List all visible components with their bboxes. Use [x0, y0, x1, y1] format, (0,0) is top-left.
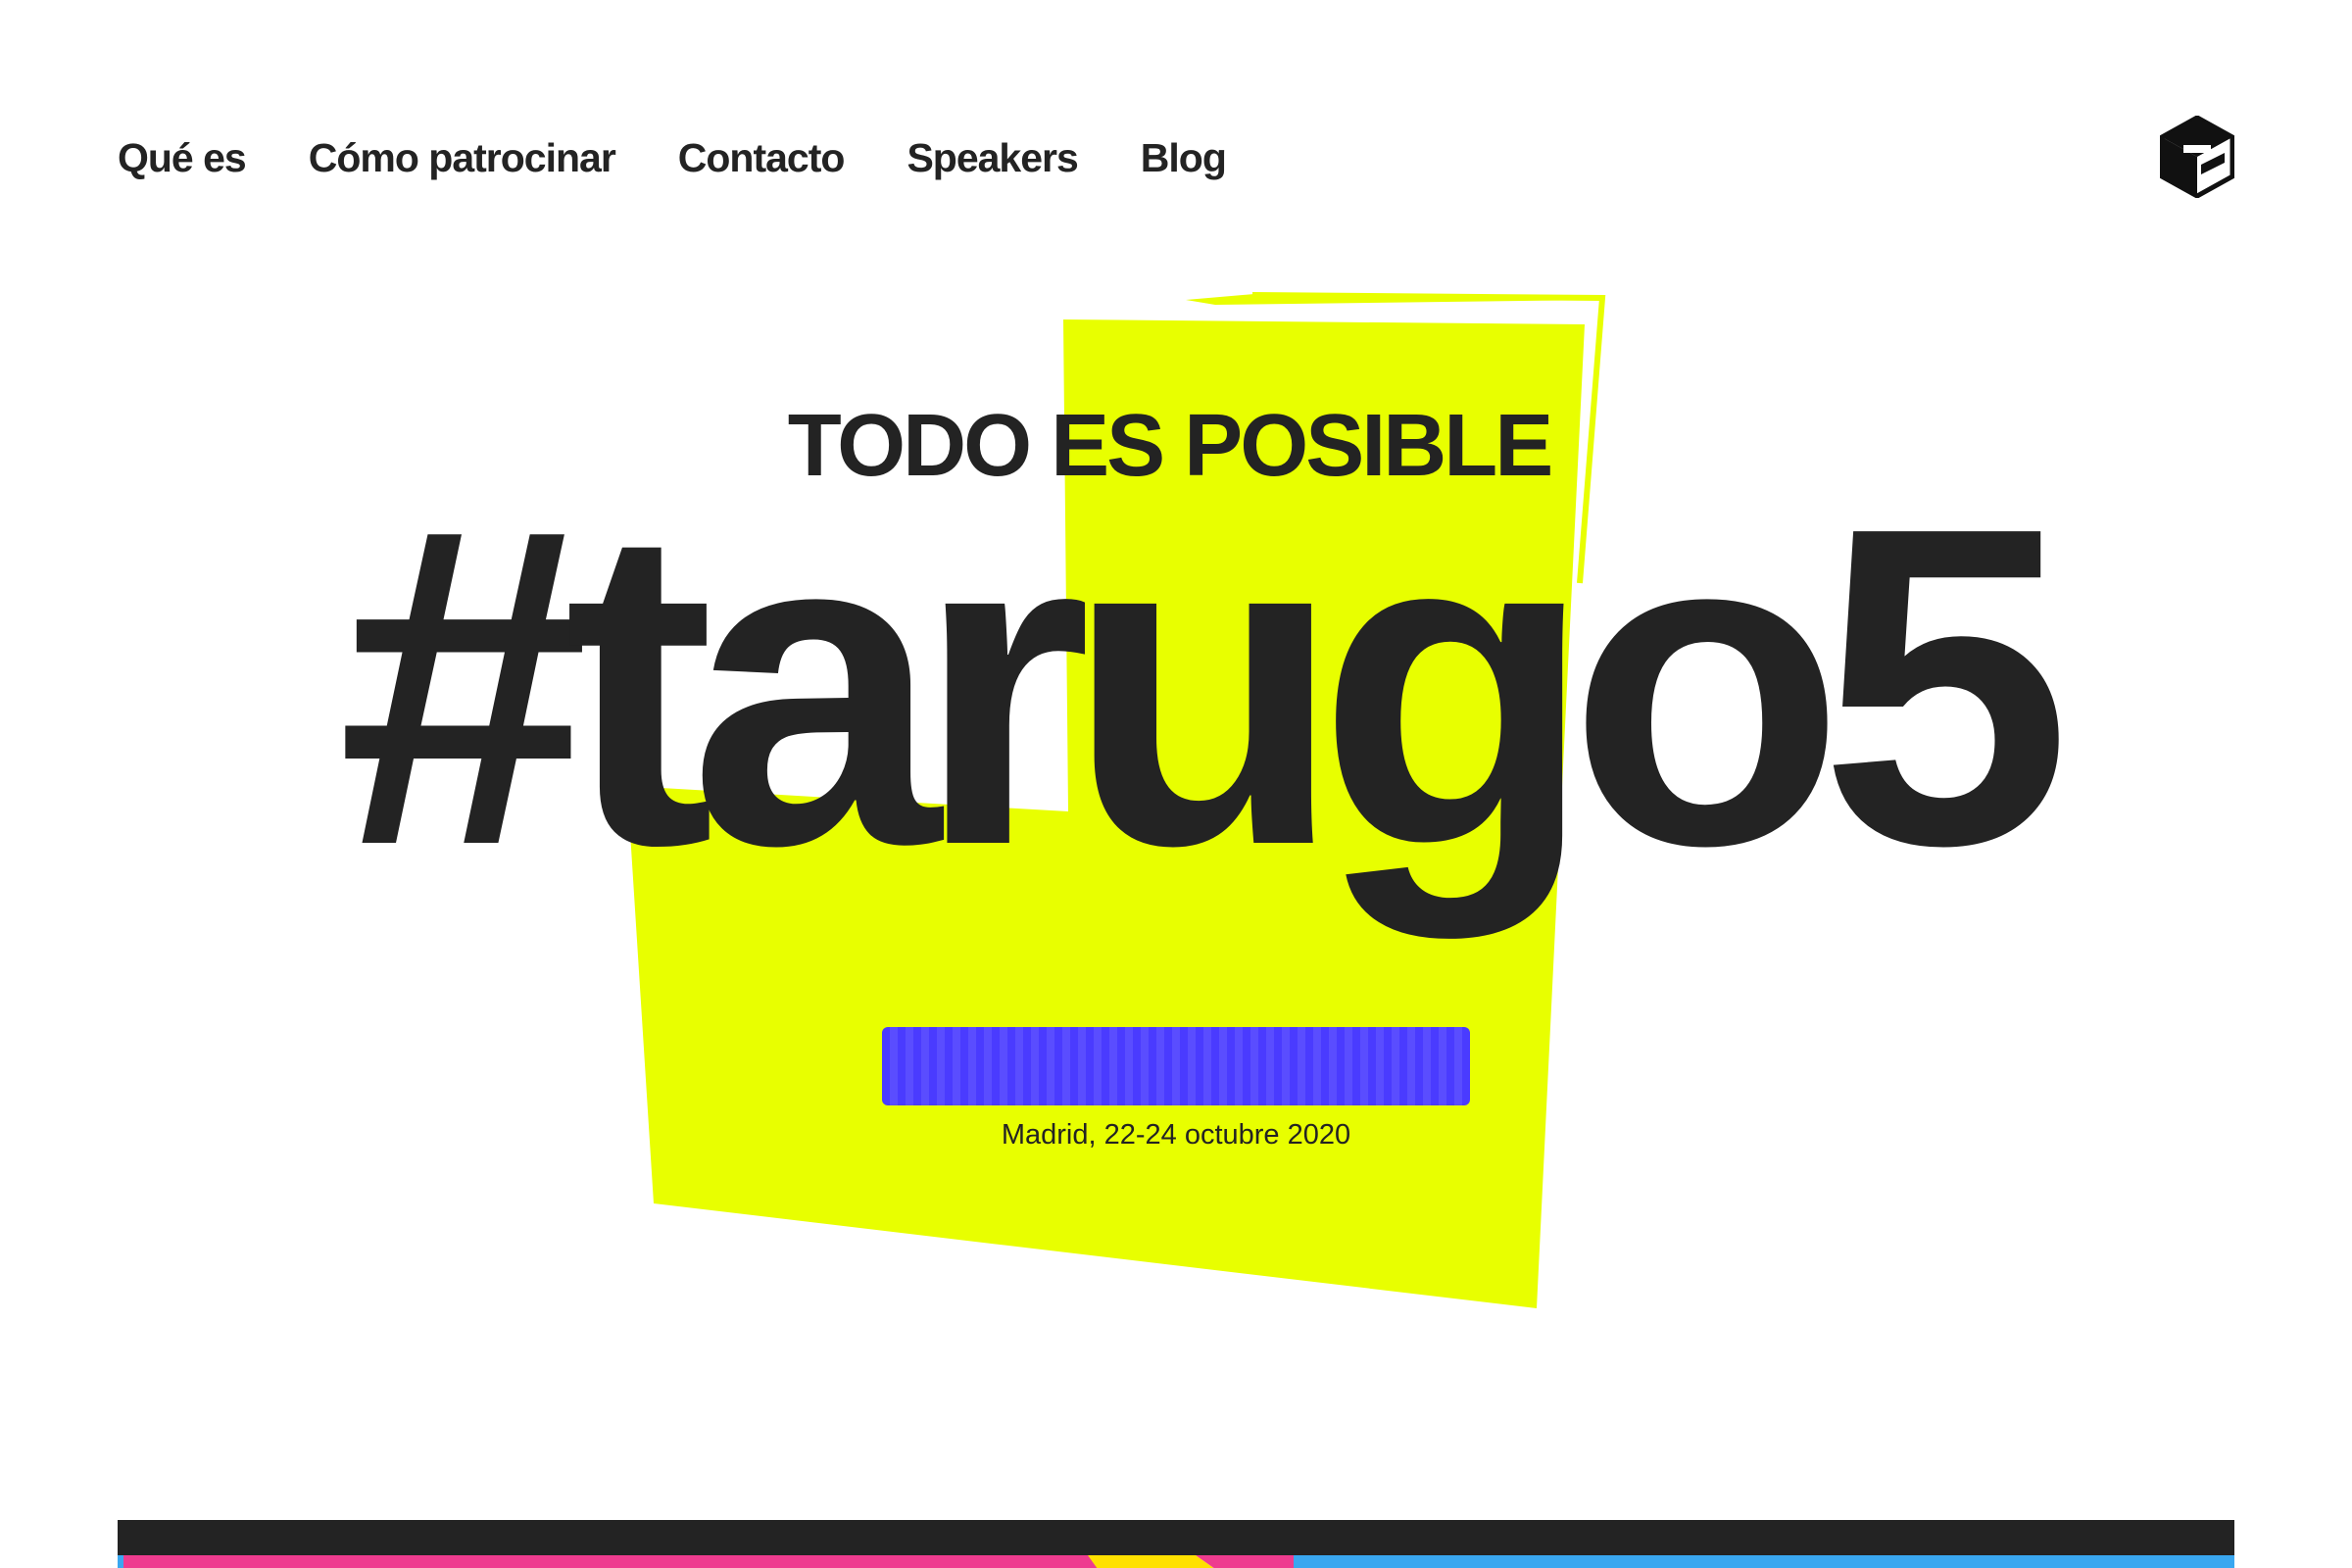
event-date-text: Madrid, 22-24 octubre 2020: [1001, 1119, 1351, 1151]
hashtag-text: #tarugo5: [337, 433, 2071, 939]
hero-hashtag: #tarugo5: [0, 412, 2352, 960]
band-color-strip: [118, 1555, 2234, 1568]
cta-button-label: [882, 1027, 1470, 1105]
bottom-color-band: [118, 1520, 2234, 1568]
band-dark-strip: [118, 1520, 2234, 1555]
cta-button[interactable]: [882, 1027, 1470, 1105]
event-date: Madrid, 22-24 octubre 2020: [0, 1115, 2352, 1154]
